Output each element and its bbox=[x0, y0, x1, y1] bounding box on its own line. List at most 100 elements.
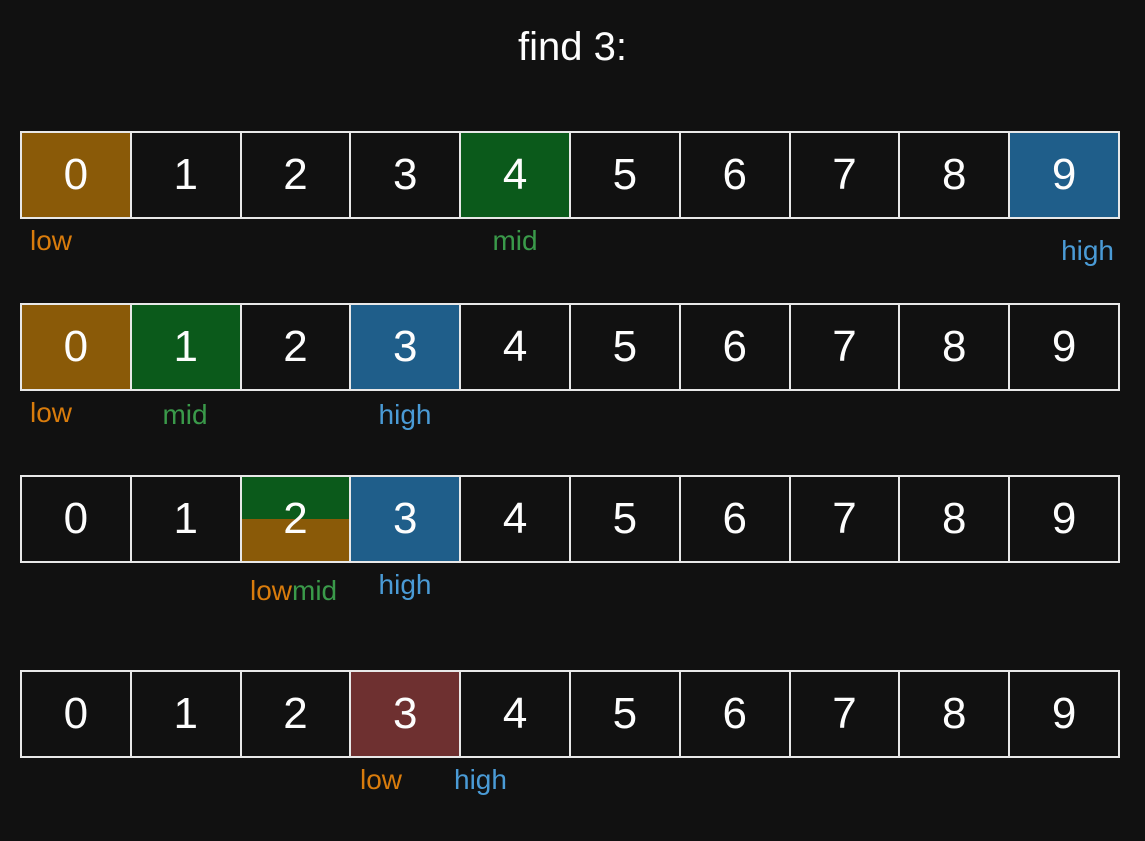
mid-pointer-label: mid bbox=[292, 575, 337, 607]
array-cell: 5 bbox=[571, 672, 681, 756]
array-value: 1 bbox=[173, 150, 197, 200]
array-cell: 7 bbox=[791, 477, 901, 561]
array-cell: 9 bbox=[1010, 477, 1118, 561]
binary-search-diagram: find 3: 0123456789lowmidhigh0123456789lo… bbox=[0, 0, 1145, 841]
array-value: 6 bbox=[722, 494, 746, 544]
array-value: 9 bbox=[1052, 322, 1076, 372]
array-cell: 9 bbox=[1010, 305, 1118, 389]
low-pointer-label: low bbox=[360, 764, 402, 796]
array-value: 1 bbox=[173, 322, 197, 372]
array-cell: 9 bbox=[1010, 133, 1118, 217]
array-value: 5 bbox=[613, 689, 637, 739]
array-cell: 8 bbox=[900, 133, 1010, 217]
array-cell: 8 bbox=[900, 672, 1010, 756]
array-cell: 1 bbox=[132, 305, 242, 389]
array-cell: 5 bbox=[571, 305, 681, 389]
array-cell: 2 bbox=[242, 672, 352, 756]
pointer-labels: lowmid high bbox=[20, 569, 1120, 619]
array-cell: 1 bbox=[132, 133, 242, 217]
array-value: 0 bbox=[64, 689, 88, 739]
array-cell: 4 bbox=[461, 305, 571, 389]
array-value: 7 bbox=[832, 689, 856, 739]
array-cell: 4 bbox=[461, 672, 571, 756]
array-cell: 7 bbox=[791, 305, 901, 389]
array-value: 8 bbox=[942, 689, 966, 739]
array-cell: 4 bbox=[461, 133, 571, 217]
array-value: 1 bbox=[173, 689, 197, 739]
array-value: 4 bbox=[503, 150, 527, 200]
array-cell: 3 bbox=[351, 305, 461, 389]
array-cell: 0 bbox=[22, 477, 132, 561]
high-pointer-label: high bbox=[379, 569, 432, 601]
array-value: 8 bbox=[942, 494, 966, 544]
array-cell: 6 bbox=[681, 672, 791, 756]
array-value: 3 bbox=[393, 322, 417, 372]
array-step: 0 1 2 3 456 7 8 9 lowmid high bbox=[20, 475, 1120, 619]
array-value: 7 bbox=[832, 150, 856, 200]
array-cell: 6 bbox=[681, 477, 791, 561]
array-value: 9 bbox=[1052, 494, 1076, 544]
array-cell: 5 bbox=[571, 477, 681, 561]
array-value: 2 bbox=[283, 322, 307, 372]
array-cell: 7 bbox=[791, 133, 901, 217]
array-value: 8 bbox=[942, 322, 966, 372]
pointer-labels: lowmidhigh bbox=[20, 225, 1120, 275]
array-cell: 8 bbox=[900, 477, 1010, 561]
array-value: 4 bbox=[503, 322, 527, 372]
array-cell: 0 bbox=[22, 305, 132, 389]
pointer-labels: low high bbox=[20, 764, 1120, 814]
array-value: 5 bbox=[613, 322, 637, 372]
array-cell: 5 bbox=[571, 133, 681, 217]
array-cell: 6 bbox=[681, 305, 791, 389]
array-row: 0 1 2 3 4 5 6 7 8 9 bbox=[20, 303, 1120, 391]
array-value: 7 bbox=[832, 322, 856, 372]
array-cell: 6 bbox=[681, 133, 791, 217]
array-value: 6 bbox=[722, 150, 746, 200]
diagram-title: find 3: bbox=[0, 25, 1145, 70]
array-cell: 3 bbox=[351, 477, 461, 561]
array-value: 9 bbox=[1052, 150, 1076, 200]
array-value: 0 bbox=[64, 150, 88, 200]
array-value: 2 bbox=[283, 494, 307, 544]
array-cell: 4 bbox=[461, 477, 571, 561]
array-row: 0 1 2 3 4 5 6 7 8 9 bbox=[20, 670, 1120, 758]
array-value: 0 bbox=[64, 322, 88, 372]
array-value: 6 bbox=[722, 322, 746, 372]
array-cell: 2 bbox=[242, 133, 352, 217]
array-value: 4 bbox=[503, 689, 527, 739]
array-value: 4 bbox=[503, 494, 527, 544]
high-pointer-label: high bbox=[454, 764, 507, 796]
array-value: 3 bbox=[393, 689, 417, 739]
low-pointer-label: low bbox=[250, 575, 292, 607]
array-value: 2 bbox=[283, 689, 307, 739]
low-pointer-label: low bbox=[30, 397, 72, 429]
array-value: 8 bbox=[942, 150, 966, 200]
array-cell: 1 bbox=[132, 477, 242, 561]
array-cell: 3 bbox=[351, 672, 461, 756]
array-step: 0 1 2 3 4 5 6 7 8 9 low mid high bbox=[20, 303, 1120, 447]
array-cell: 1 bbox=[132, 672, 242, 756]
high-pointer-label: high bbox=[1061, 235, 1114, 267]
array-row: 0123456789 bbox=[20, 131, 1120, 219]
array-value: 2 bbox=[283, 150, 307, 200]
array-cell: 2 bbox=[242, 477, 352, 561]
array-value: 3 bbox=[393, 494, 417, 544]
array-value: 0 bbox=[64, 494, 88, 544]
high-pointer-label: high bbox=[379, 399, 432, 431]
array-value: 5 bbox=[613, 150, 637, 200]
array-cell: 2 bbox=[242, 305, 352, 389]
low-pointer-label: low bbox=[30, 225, 72, 257]
array-step: 0123456789lowmidhigh bbox=[20, 131, 1120, 275]
array-cell: 9 bbox=[1010, 672, 1118, 756]
array-cell: 0 bbox=[22, 133, 132, 217]
mid-pointer-label: mid bbox=[162, 399, 207, 431]
array-cell: 0 bbox=[22, 672, 132, 756]
array-value: 1 bbox=[173, 494, 197, 544]
array-row: 0 1 2 3 456 7 8 9 bbox=[20, 475, 1120, 563]
array-value: 6 bbox=[722, 689, 746, 739]
array-value: 9 bbox=[1052, 689, 1076, 739]
array-value: 7 bbox=[832, 494, 856, 544]
pointer-labels: low mid high bbox=[20, 397, 1120, 447]
array-cell: 7 bbox=[791, 672, 901, 756]
array-step: 0 1 2 3 4 5 6 7 8 9 low high bbox=[20, 670, 1120, 814]
